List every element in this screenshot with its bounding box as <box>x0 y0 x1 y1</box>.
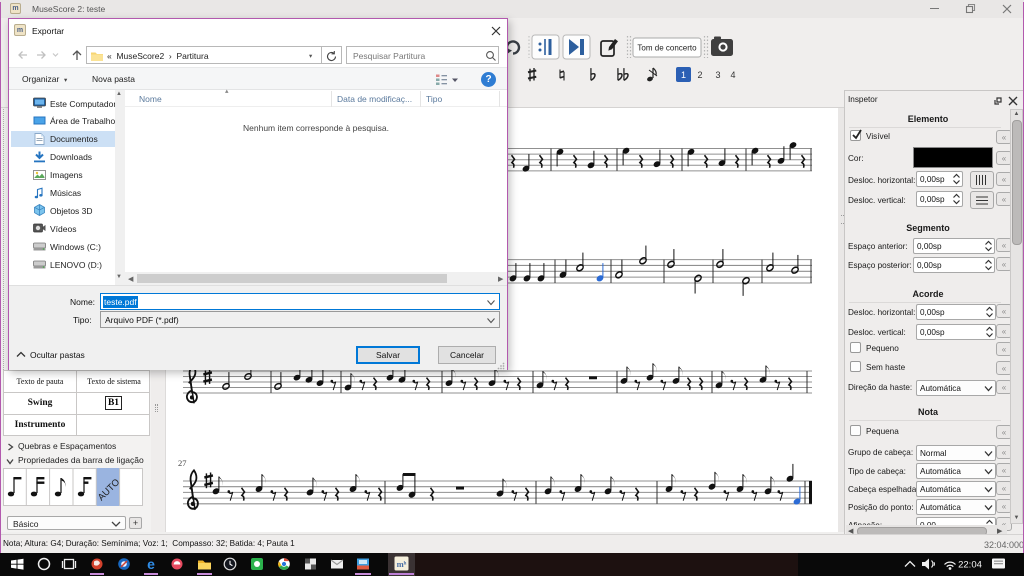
svg-text:mʰ: mʰ <box>397 559 407 569</box>
svg-text:1: 1 <box>681 70 686 80</box>
svg-text:2: 2 <box>697 70 702 80</box>
svg-text:Tom de concerto: Tom de concerto <box>637 44 697 53</box>
svg-text:4: 4 <box>730 70 735 80</box>
svg-text:27: 27 <box>178 458 187 468</box>
svg-text:3: 3 <box>715 70 720 80</box>
svg-text:e: e <box>147 556 155 572</box>
svg-text:22:04: 22:04 <box>958 560 982 571</box>
